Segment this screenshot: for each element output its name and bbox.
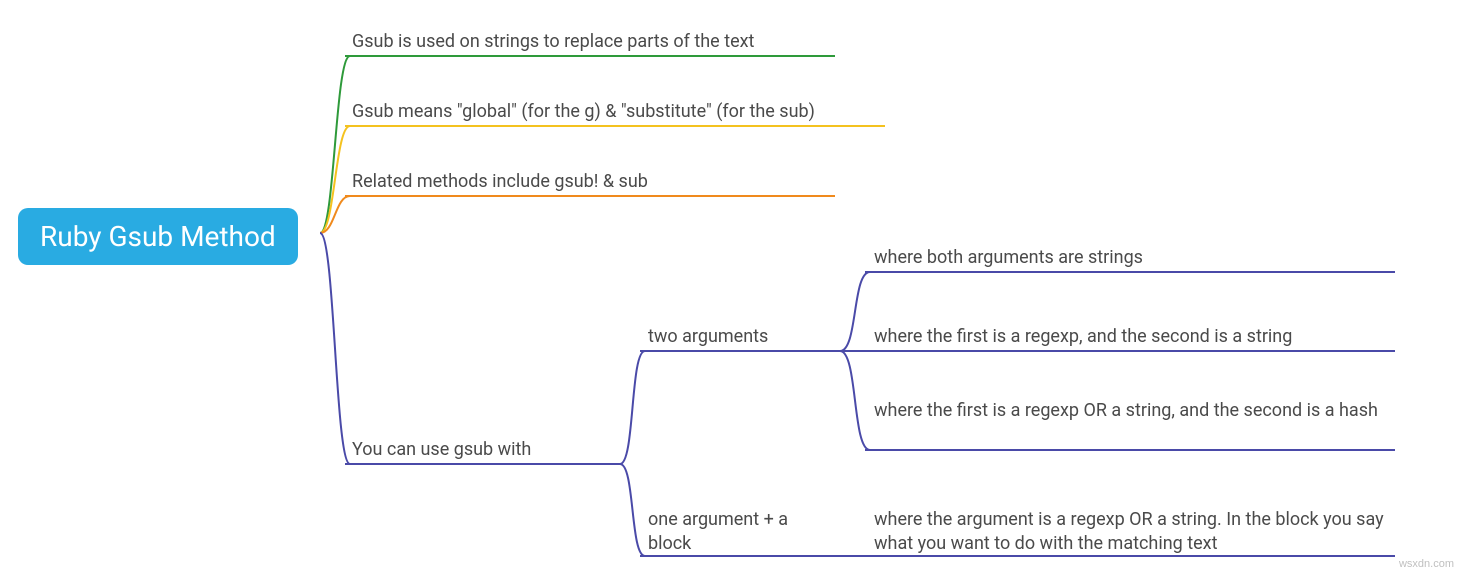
- node-gsub-usage: Gsub is used on strings to replace parts…: [352, 30, 754, 54]
- node-regexp-string: where the first is a regexp, and the sec…: [874, 325, 1292, 349]
- node-regexp-or-string-hash: where the first is a regexp OR a string,…: [874, 399, 1384, 423]
- node-two-arguments: two arguments: [648, 325, 768, 349]
- mindmap-connectors: [0, 0, 1462, 574]
- node-related-methods: Related methods include gsub! & sub: [352, 170, 648, 194]
- watermark: wsxdn.com: [1399, 558, 1454, 570]
- node-both-strings: where both arguments are strings: [874, 246, 1143, 270]
- root-node: Ruby Gsub Method: [18, 208, 298, 265]
- node-block-matching-text: where the argument is a regexp OR a stri…: [874, 508, 1394, 557]
- node-one-argument-block: one argument + a block: [648, 508, 818, 557]
- node-use-with: You can use gsub with: [352, 438, 531, 462]
- node-gsub-meaning: Gsub means "global" (for the g) & "subst…: [352, 100, 815, 124]
